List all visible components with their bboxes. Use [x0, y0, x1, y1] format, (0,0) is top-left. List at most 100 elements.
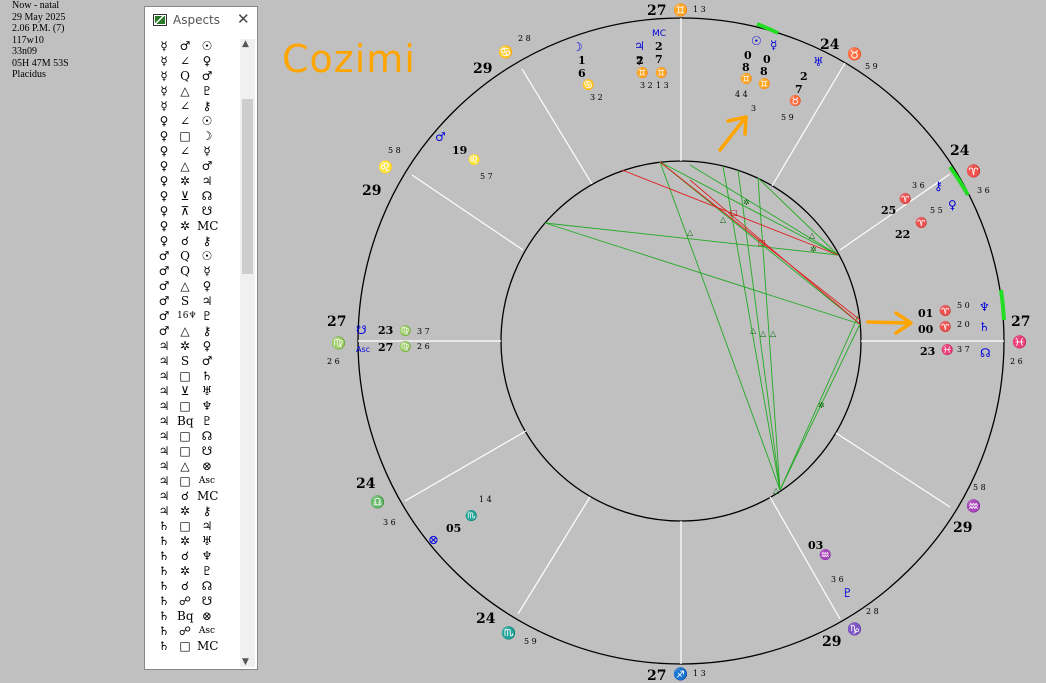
cusp-6-degree: 24	[356, 476, 376, 492]
venus-sign: ♈	[915, 216, 927, 229]
mercury-degree: 8	[760, 65, 768, 78]
moon-minutes: 3 2	[590, 93, 603, 102]
aspect-marker: △	[687, 228, 694, 237]
cusp-12-sign: ♈	[966, 164, 981, 178]
north-node-icon: ☊	[980, 346, 991, 360]
mars-icon: ♂	[435, 130, 446, 144]
cusp-8-minutes: 5 8	[388, 146, 401, 155]
sun-icon: ☉	[751, 34, 762, 48]
uranus-sign: ♉	[789, 94, 801, 107]
mercury-sign: ♊	[758, 77, 770, 90]
neptune-icon: ♆	[979, 300, 990, 314]
cusp-2-degree: 29	[953, 520, 972, 536]
cusp-ic-minutes: 1 3	[693, 669, 706, 678]
pluto-sign: ♒	[819, 548, 831, 561]
aspect-marker: △	[760, 329, 767, 338]
moon-degree: 6	[578, 67, 586, 80]
cusp-5-sign: ♏	[501, 626, 516, 640]
aspect-marker: △	[773, 486, 780, 495]
annotation-arrow	[866, 320, 912, 325]
moon-degree: 1	[578, 54, 586, 67]
south-node-degree: 23	[378, 324, 393, 337]
cusp-11-sign: ♉	[847, 47, 862, 61]
sun-degree: 8	[742, 61, 750, 74]
sun-sign: ♊	[740, 72, 752, 85]
neptune-minutes: 5 0	[957, 301, 970, 310]
saturn-icon: ♄	[979, 320, 990, 334]
aspect-marker: ✲	[743, 198, 750, 207]
venus-minutes: 5 5	[930, 206, 943, 215]
cusp-9-degree: 29	[473, 61, 492, 77]
aspect-marker: ✲	[810, 245, 817, 254]
cusp-12-degree: 24	[950, 143, 970, 159]
cusp-2-minutes: 5 8	[973, 483, 986, 492]
mercury-icon: ☿	[770, 38, 777, 52]
aspect-marker: □	[758, 238, 766, 247]
cusp-9-minutes: 2 8	[518, 34, 531, 43]
cusp-asc-minutes: 2 6	[1010, 357, 1023, 366]
cusp-dsc-sign: ♍	[331, 336, 346, 350]
neptune-degree: 01	[918, 307, 933, 320]
mc-point-minutes: 1 3	[656, 81, 669, 90]
cusp-6-sign: ♎	[370, 495, 385, 509]
mc-point-degree: 7	[655, 53, 663, 66]
aspect-marker: △	[720, 215, 727, 224]
pluto-icon: ♇	[842, 586, 853, 600]
highlight-arc	[999, 289, 1006, 321]
house-cusp-line	[517, 496, 591, 615]
chiron-minutes: 3 6	[912, 181, 925, 190]
annotation-arrow	[718, 116, 747, 152]
aspect-line	[757, 177, 839, 256]
part-of-fortune-degree: 05	[446, 522, 461, 535]
uranus-degree: 2	[800, 70, 808, 83]
cusp-dsc-degree: 27	[327, 314, 346, 330]
uranus-degree: 7	[795, 83, 803, 96]
saturn-degree: 00	[918, 323, 934, 336]
cusp-8-sign: ♌	[378, 160, 393, 174]
moon-icon: ☽	[572, 40, 583, 54]
aspect-line	[659, 161, 839, 256]
jupiter-minutes: 3 2	[640, 81, 653, 90]
mc-point-label: MC	[652, 29, 666, 39]
annotation-handwritten: Cozimi	[282, 37, 416, 81]
moon-sign: ♋	[582, 78, 594, 91]
cusp-6-minutes: 3 6	[383, 518, 396, 527]
cusp-mc-degree: 27	[647, 3, 666, 19]
aspect-marker: □	[730, 208, 738, 217]
north-node-sign: ♓	[941, 343, 953, 356]
house-cusp-line	[404, 430, 527, 502]
aspect-marker: △	[809, 231, 816, 240]
neptune-sign: ♈	[939, 304, 951, 317]
cusp-3-sign: ♑	[847, 622, 862, 636]
jupiter-sign: ♊	[636, 66, 648, 79]
chiron-sign: ♈	[899, 192, 911, 205]
south-node-icon: ☋	[356, 323, 367, 337]
house-cusp-line	[835, 432, 951, 508]
north-node-minutes: 3 7	[957, 345, 970, 354]
cusp-3-degree: 29	[822, 634, 841, 650]
cusp-11-degree: 24	[820, 37, 840, 53]
uranus-icon: ♅	[813, 55, 824, 69]
cusp-5-minutes: 5 9	[524, 637, 537, 646]
saturn-minutes: 2 0	[957, 320, 970, 329]
house-cusp-line	[411, 174, 524, 251]
cusp-5-degree: 24	[476, 611, 496, 627]
asc-point-degree: 27	[378, 341, 393, 354]
cusp-ic-degree: 27	[647, 668, 666, 683]
part-of-fortune-icon: ⊗	[428, 533, 439, 548]
aspect-line	[659, 161, 781, 491]
sun-minutes: 4 4	[735, 90, 748, 99]
north-node-degree: 23	[920, 345, 935, 358]
cusp-12-minutes: 3 6	[977, 186, 990, 195]
asc-point-sign: ♍	[399, 340, 411, 353]
astrology-chart-wheel: △ ✲ ✲ △ △ △ ✲ △ △ △ □ □ 27 24 24 27 29 2…	[327, 3, 1030, 683]
cusp-mc-minutes: 1 3	[693, 5, 706, 14]
jupiter-icon: ♃	[634, 39, 645, 53]
south-node-sign: ♍	[399, 324, 411, 337]
cusp-8-degree: 29	[362, 183, 381, 199]
asc-point-minutes: 2 6	[417, 342, 430, 351]
mars-sign: ♌	[468, 153, 480, 166]
cusp-11-minutes: 5 9	[865, 62, 878, 71]
aspect-marker: △	[750, 326, 757, 335]
cusp-dsc-minutes: 2 6	[327, 357, 340, 366]
